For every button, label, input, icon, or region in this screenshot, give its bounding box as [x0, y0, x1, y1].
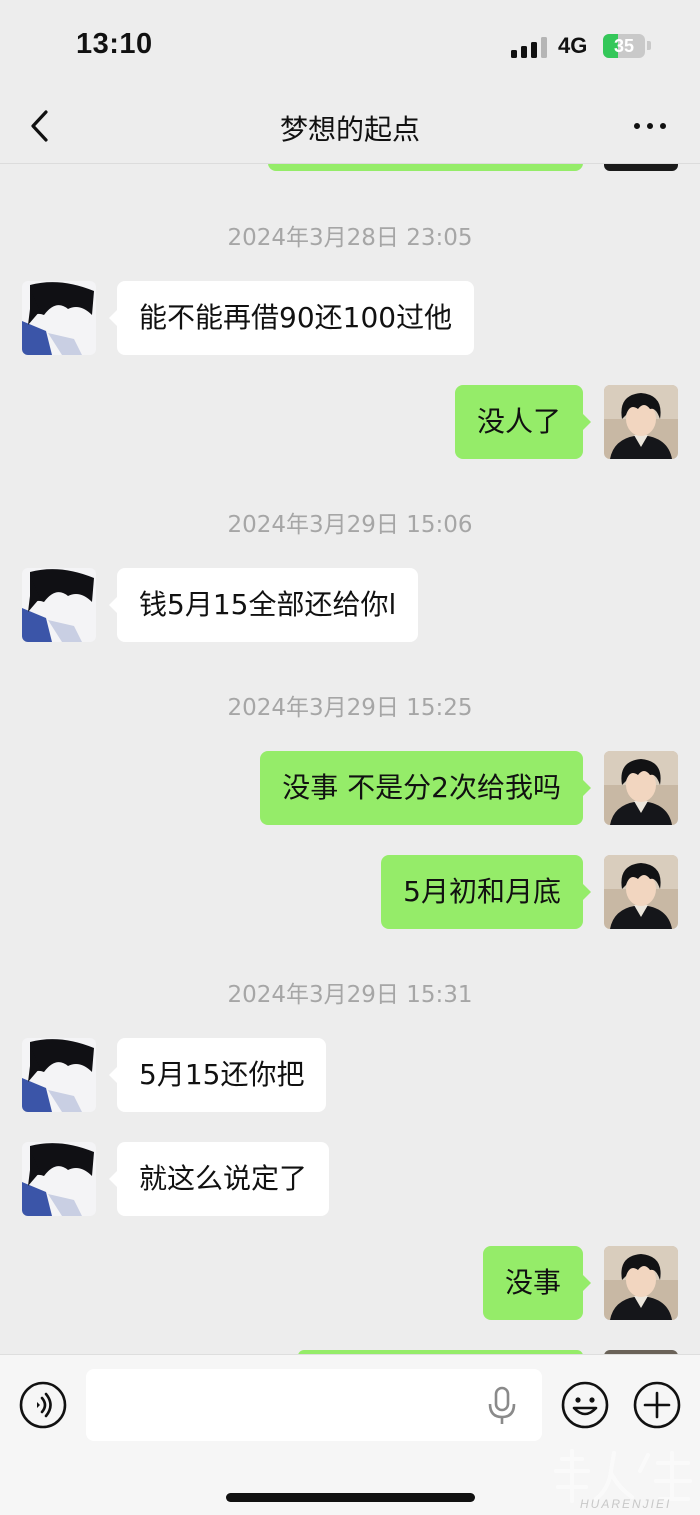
message-input[interactable]: [86, 1369, 542, 1441]
back-button[interactable]: [24, 106, 60, 146]
message-timestamp: 2024年3月28日 23:05: [227, 225, 473, 251]
chat-header: 梦想的起点: [0, 90, 700, 164]
message-bubble-sent[interactable]: 没事 不是分2次给我吗: [260, 751, 591, 825]
watermark-text: HUARENJIEI: [580, 1497, 672, 1511]
battery-cap: [647, 41, 651, 50]
battery-icon: 35: [603, 34, 645, 58]
more-options-button[interactable]: [628, 110, 672, 142]
contact-avatar[interactable]: [22, 568, 96, 642]
more-actions-button[interactable]: [632, 1380, 682, 1430]
message-bubble-received[interactable]: 能不能再借90还100过他: [108, 281, 475, 355]
my-avatar[interactable]: [604, 1246, 678, 1320]
message-list[interactable]: 2024年3月28日 23:05 能不能再借90还100过他 没人了 2024年…: [0, 164, 700, 1354]
message-timestamp: 2024年3月29日 15:31: [227, 982, 473, 1008]
avatar-partial[interactable]: [604, 164, 678, 171]
status-time: 13:10: [76, 28, 153, 60]
emoji-icon: [561, 1381, 609, 1429]
voice-input-button[interactable]: [487, 1386, 517, 1426]
message-timestamp: 2024年3月29日 15:25: [227, 695, 473, 721]
my-avatar[interactable]: [604, 855, 678, 929]
message-bubble-received[interactable]: 钱5月15全部还给你l: [108, 568, 419, 642]
my-avatar[interactable]: [604, 751, 678, 825]
message-bubble-received[interactable]: 就这么说定了: [108, 1142, 330, 1216]
message-bubble-received[interactable]: 5月15还你把: [108, 1038, 327, 1112]
voice-mode-icon: [19, 1381, 67, 1429]
contact-avatar[interactable]: [22, 281, 96, 355]
status-bar: 13:10 4G 35: [0, 0, 700, 90]
my-avatar[interactable]: [604, 385, 678, 459]
network-type: 4G: [558, 33, 588, 58]
microphone-icon: [488, 1386, 516, 1424]
home-indicator[interactable]: [226, 1493, 475, 1502]
message-bubble-sent[interactable]: 5月初和月底: [381, 855, 591, 929]
message-timestamp: 2024年3月29日 15:06: [227, 512, 473, 538]
chat-title: 梦想的起点: [279, 113, 420, 146]
emoji-button[interactable]: [560, 1380, 610, 1430]
plus-circle-icon: [633, 1381, 681, 1429]
signal-strength-icon: [511, 36, 547, 58]
battery-percent: 35: [613, 36, 635, 56]
message-bubble-partial[interactable]: [268, 164, 583, 171]
message-bubble-sent[interactable]: 没人了: [454, 385, 592, 459]
chat-input-bar: HUARENJIEI: [0, 1354, 700, 1515]
contact-avatar[interactable]: [22, 1038, 96, 1112]
contact-avatar[interactable]: [22, 1142, 96, 1216]
voice-mode-button[interactable]: [18, 1380, 68, 1430]
message-bubble-sent[interactable]: 没事: [482, 1246, 592, 1320]
chevron-left-icon: [31, 110, 48, 142]
